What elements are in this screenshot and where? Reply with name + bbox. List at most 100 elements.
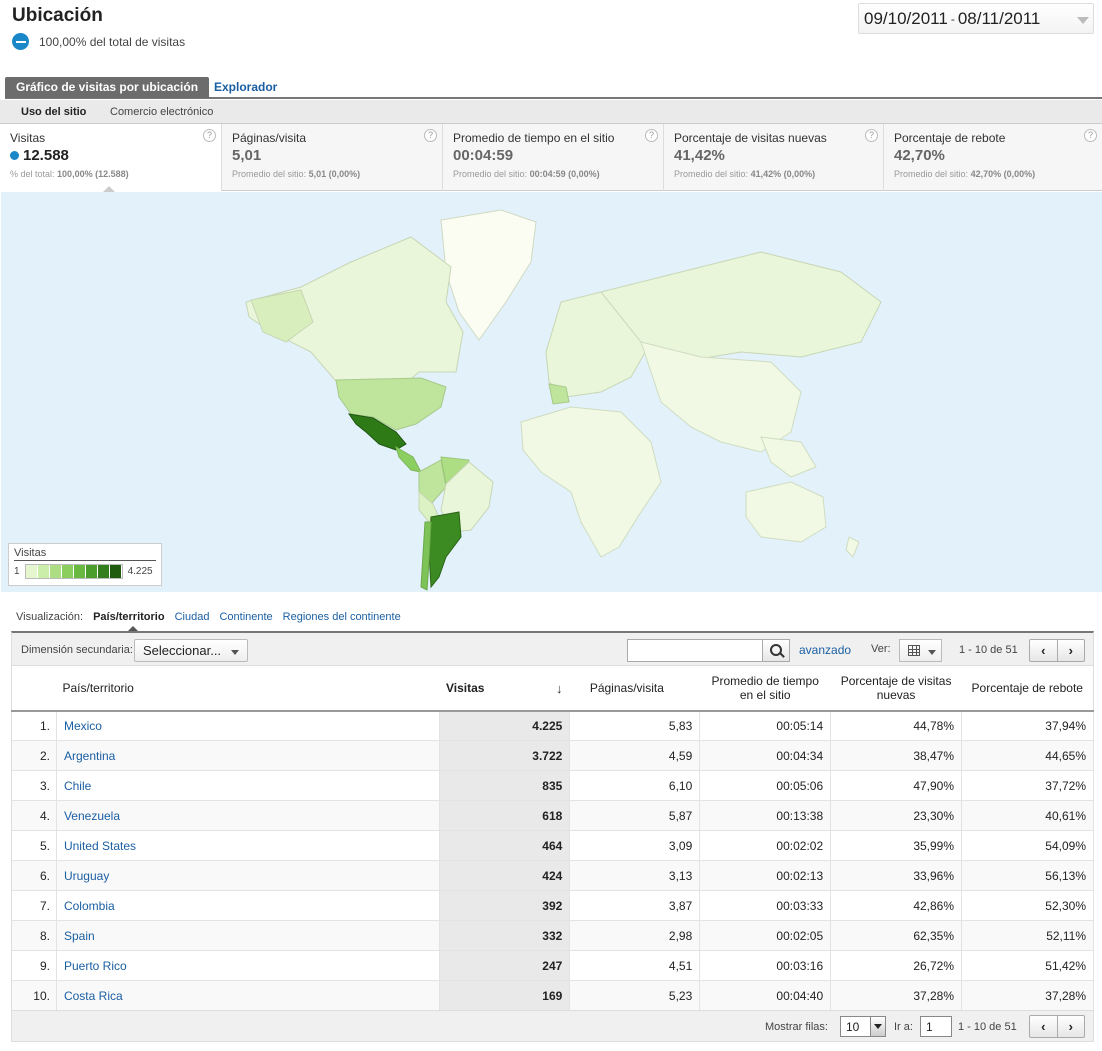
header-avg-time[interactable]: Promedio de tiempo en el sitio bbox=[699, 665, 831, 712]
row-pages-per-visit: 3,09 bbox=[569, 830, 701, 861]
viz-country[interactable]: País/territorio bbox=[93, 611, 165, 632]
header-visits[interactable]: Visitas bbox=[439, 665, 570, 712]
secondary-dimension-select[interactable]: Seleccionar... bbox=[134, 639, 248, 662]
metric-label: Porcentaje de rebote bbox=[894, 131, 1006, 145]
goto-page-label: Ir a: bbox=[894, 1021, 913, 1033]
pagination-controls: ‹ › bbox=[1029, 639, 1085, 662]
help-icon[interactable]: ? bbox=[1084, 129, 1097, 142]
metric-sub-prefix: Promedio del sitio: bbox=[453, 169, 528, 179]
row-visits: 3.722 bbox=[439, 740, 571, 771]
row-avg-time: 00:05:06 bbox=[699, 770, 832, 801]
row-country-link[interactable]: Puerto Rico bbox=[56, 950, 441, 981]
footer-pagination-range: 1 - 10 de 51 bbox=[958, 1021, 1017, 1033]
next-page-button[interactable]: › bbox=[1058, 1016, 1085, 1037]
table-row[interactable]: 4. Venezuela 618 5,87 00:13:38 23,30% 40,61% bbox=[11, 800, 1094, 831]
row-index: 10. bbox=[11, 980, 57, 1011]
table-row[interactable]: 10. Costa Rica 169 5,23 00:04:40 37,28% 37,28% bbox=[11, 980, 1094, 1011]
row-avg-time: 00:04:34 bbox=[699, 740, 832, 771]
tab-map-overlay[interactable]: Gráfico de visitas por ubicación bbox=[5, 77, 210, 98]
row-avg-time: 00:05:14 bbox=[699, 710, 832, 741]
table-footer: Mostrar filas: 10 Ir a: 1 1 - 10 de 51 ‹… bbox=[11, 1010, 1094, 1042]
row-country-link[interactable]: Uruguay bbox=[56, 860, 441, 891]
row-new-visits: 35,99% bbox=[830, 830, 963, 861]
search-icon[interactable] bbox=[762, 639, 790, 662]
row-visits: 169 bbox=[439, 980, 571, 1011]
subtab-ecommerce[interactable]: Comercio electrónico bbox=[110, 106, 213, 118]
rows-per-page-select[interactable]: 10 bbox=[840, 1016, 886, 1037]
page-title: Ubicación bbox=[12, 5, 103, 26]
sort-descending-icon[interactable]: ↓ bbox=[556, 681, 563, 696]
metric-pages-per-visit[interactable]: Páginas/visita 5,01 Promedio del sitio: … bbox=[222, 124, 443, 191]
table-row[interactable]: 1. Mexico 4.225 5,83 00:05:14 44,78% 37,94% bbox=[11, 710, 1094, 741]
row-country-link[interactable]: Mexico bbox=[56, 710, 441, 741]
row-country-link[interactable]: Venezuela bbox=[56, 800, 441, 831]
row-visits: 332 bbox=[439, 920, 571, 951]
row-visits: 618 bbox=[439, 800, 571, 831]
help-icon[interactable]: ? bbox=[424, 129, 437, 142]
footer-pagination-controls: ‹ › bbox=[1029, 1015, 1085, 1038]
date-start: 09/10/2011 bbox=[864, 8, 948, 28]
header-country[interactable]: País/territorio bbox=[56, 665, 440, 712]
table-row[interactable]: 2. Argentina 3.722 4,59 00:04:34 38,47% 44,65% bbox=[11, 740, 1094, 771]
goto-page-input[interactable]: 1 bbox=[920, 1016, 952, 1037]
map-legend: Visitas 1 4.225 bbox=[8, 543, 162, 586]
help-icon[interactable]: ? bbox=[865, 129, 878, 142]
viz-continent[interactable]: Continente bbox=[219, 611, 272, 623]
table-row[interactable]: 6. Uruguay 424 3,13 00:02:13 33,96% 56,13% bbox=[11, 860, 1094, 891]
prev-page-button[interactable]: ‹ bbox=[1030, 640, 1058, 661]
geo-map[interactable]: Visitas 1 4.225 bbox=[1, 192, 1102, 592]
prev-page-button[interactable]: ‹ bbox=[1030, 1016, 1058, 1037]
metric-bounce-rate[interactable]: Porcentaje de rebote 42,70% Promedio del… bbox=[884, 124, 1102, 191]
table-row[interactable]: 5. United States 464 3,09 00:02:02 35,99% 54,0… bbox=[11, 830, 1094, 861]
metric-value: 00:04:59 bbox=[453, 147, 514, 164]
header-new-visits[interactable]: Porcentaje de visitas nuevas bbox=[830, 665, 962, 712]
table-row[interactable]: 8. Spain 332 2,98 00:02:05 62,35% 52,11% bbox=[11, 920, 1094, 951]
row-country-link[interactable]: Costa Rica bbox=[56, 980, 441, 1011]
help-icon[interactable]: ? bbox=[203, 129, 216, 142]
metric-new-visits[interactable]: Porcentaje de visitas nuevas 41,42% Prom… bbox=[664, 124, 884, 191]
table-row[interactable]: 3. Chile 835 6,10 00:05:06 47,90% 37,72% bbox=[11, 770, 1094, 801]
metric-visits[interactable]: Visitas 12.588 % del total: 100,00% (12.… bbox=[0, 124, 222, 191]
table-row[interactable]: 7. Colombia 392 3,87 00:03:33 42,86% 52,30% bbox=[11, 890, 1094, 921]
help-icon[interactable]: ? bbox=[645, 129, 658, 142]
header-pages-per-visit[interactable]: Páginas/visita bbox=[569, 665, 700, 712]
metric-label: Páginas/visita bbox=[232, 131, 307, 145]
metric-sub-value: 5,01 (0,00%) bbox=[308, 169, 361, 179]
row-country-link[interactable]: Chile bbox=[56, 770, 441, 801]
header-bounce-rate[interactable]: Porcentaje de rebote bbox=[961, 665, 1094, 712]
table-search-input[interactable] bbox=[627, 639, 763, 662]
chevron-down-icon[interactable] bbox=[1077, 17, 1089, 24]
table-row[interactable]: 9. Puerto Rico 247 4,51 00:03:16 26,72% 51,42% bbox=[11, 950, 1094, 981]
metric-value: 5,01 bbox=[232, 147, 262, 164]
subtab-site-usage[interactable]: Uso del sitio bbox=[21, 106, 86, 118]
tab-explorer[interactable]: Explorador bbox=[214, 77, 277, 98]
viz-city[interactable]: Ciudad bbox=[175, 611, 210, 623]
row-bounce-rate: 40,61% bbox=[961, 800, 1094, 831]
row-pages-per-visit: 2,98 bbox=[569, 920, 701, 951]
row-visits: 4.225 bbox=[439, 710, 571, 741]
row-new-visits: 62,35% bbox=[830, 920, 963, 951]
region-africa bbox=[520, 406, 662, 558]
next-page-button[interactable]: › bbox=[1058, 640, 1085, 661]
view-mode-select[interactable] bbox=[899, 639, 942, 662]
table-toolbar: Dimensión secundaria: Seleccionar... ava… bbox=[11, 631, 1094, 665]
row-country-link[interactable]: United States bbox=[56, 830, 441, 861]
viz-subcontinent[interactable]: Regiones del continente bbox=[283, 611, 401, 623]
visualization-selector: Visualización: País/territorio Ciudad Co… bbox=[16, 611, 401, 632]
row-index: 3. bbox=[11, 770, 57, 801]
date-end: 08/11/2011 bbox=[957, 8, 1041, 28]
metric-sub-prefix: Promedio del sitio: bbox=[674, 169, 749, 179]
row-country-link[interactable]: Argentina bbox=[56, 740, 441, 771]
view-label: Ver: bbox=[871, 643, 891, 655]
segment-pie-icon[interactable] bbox=[12, 33, 29, 50]
row-country-link[interactable]: Colombia bbox=[56, 890, 441, 921]
advanced-filter-link[interactable]: avanzado bbox=[799, 643, 851, 657]
row-avg-time: 00:03:16 bbox=[699, 950, 832, 981]
date-range-picker[interactable]: 09/10/2011 - 08/11/2011 bbox=[858, 3, 1094, 34]
legend-swatch bbox=[85, 565, 98, 578]
row-country-link[interactable]: Spain bbox=[56, 920, 441, 951]
row-new-visits: 47,90% bbox=[830, 770, 963, 801]
metric-avg-time[interactable]: Promedio de tiempo en el sitio 00:04:59 … bbox=[443, 124, 664, 191]
world-map[interactable] bbox=[1, 192, 1102, 592]
region-argentina bbox=[428, 511, 462, 589]
